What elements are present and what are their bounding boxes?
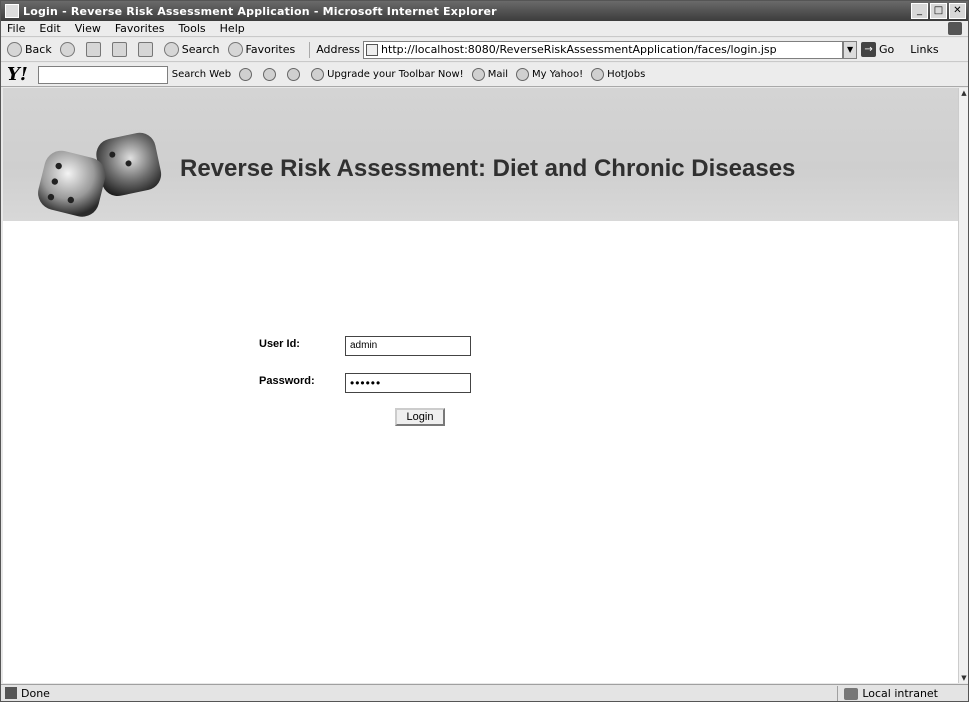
intranet-icon [844,687,859,700]
search-label: Search [181,43,220,56]
back-arrow-icon [7,42,22,57]
search-web-label: Search Web [171,69,232,80]
favorites-button[interactable]: Favorites [227,42,296,57]
toolbar-separator [309,41,311,58]
page-content: Reverse Risk Assessment: Diet and Chroni… [3,88,958,683]
globe-icon [287,68,301,81]
yahoo-toolbar: Y! Search Web Upgrade your Toolbar Now! … [1,63,968,87]
back-label: Back [25,43,52,56]
password-input[interactable]: •••••• [345,373,471,393]
yahoo-search-input[interactable] [37,65,168,84]
mail-label: Mail [487,69,508,80]
standard-toolbar: Back Search Favorites Address http://loc… [1,38,968,62]
zone-text: Local intranet [862,687,938,700]
menu-favorites[interactable]: Favorites [115,22,165,35]
menu-view[interactable]: View [75,22,101,35]
hotjobs-label: HotJobs [607,69,646,80]
yahoo-logo[interactable]: Y! [7,64,28,85]
hotjobs-icon [591,68,605,81]
refresh-button[interactable] [111,42,130,57]
menu-file[interactable]: File [7,22,25,35]
favorites-label: Favorites [245,43,296,56]
ie-app-icon[interactable] [5,4,19,18]
scroll-down-arrow-icon[interactable]: ▼ [959,673,969,683]
home-button[interactable] [137,42,156,57]
search-button[interactable]: Search [163,42,220,57]
title-bar: Login - Reverse Risk Assessment Applicat… [1,1,968,21]
window-controls: _ □ ✕ [911,3,966,19]
address-dropdown-button[interactable]: ▼ [843,40,858,59]
vertical-scrollbar[interactable]: ▲ ▼ [958,88,968,683]
upgrade-toolbar-link[interactable]: Upgrade your Toolbar Now! [311,68,464,81]
go-label: Go [879,43,895,56]
forward-arrow-icon [59,42,75,57]
address-label: Address [316,43,361,56]
mail-button[interactable]: Mail [471,68,508,81]
links-button[interactable]: Links [910,43,938,56]
search-web-button[interactable]: Search Web [172,69,231,80]
maximize-button[interactable]: □ [930,3,947,19]
password-label: Password: [259,375,315,387]
user-id-label: User Id: [259,338,300,350]
address-input[interactable]: http://localhost:8080/ReverseRiskAssessm… [363,40,844,59]
window-title: Login - Reverse Risk Assessment Applicat… [23,4,497,18]
my-yahoo-button[interactable]: My Yahoo! [516,68,583,81]
news-button[interactable] [263,68,279,81]
go-button[interactable]: → Go [861,42,894,57]
news-icon [263,68,277,81]
status-text: Done [21,686,50,700]
my-yahoo-label: My Yahoo! [532,69,584,80]
scroll-up-arrow-icon[interactable]: ▲ [959,88,969,98]
pencil-button[interactable] [239,68,255,81]
minimize-button[interactable]: _ [911,3,928,19]
menu-bar: File Edit View Favorites Tools Help [1,21,968,37]
back-button[interactable]: Back [7,42,52,57]
hotjobs-button[interactable]: HotJobs [591,68,645,81]
browser-window: Login - Reverse Risk Assessment Applicat… [0,0,969,702]
security-zone: Local intranet [837,686,938,701]
windows-logo-icon [948,22,962,35]
page-icon [366,43,379,56]
status-bar: Done Local intranet [1,684,968,701]
search-icon [163,42,179,57]
star-icon [227,42,243,57]
menu-help[interactable]: Help [220,22,245,35]
go-arrow-icon: → [861,42,877,57]
page-done-icon [5,687,17,699]
close-button[interactable]: ✕ [949,3,966,19]
login-button[interactable]: Login [395,408,445,426]
refresh-icon [111,42,127,57]
login-form: User Id: admin Password: •••••• Login [3,88,958,683]
pencil-icon [239,68,253,81]
stop-icon [85,42,101,57]
address-value: http://localhost:8080/ReverseRiskAssessm… [381,43,777,56]
menu-edit[interactable]: Edit [39,22,60,35]
menu-tools[interactable]: Tools [179,22,206,35]
home-icon [137,42,153,57]
user-id-input[interactable]: admin [345,336,471,356]
forward-button[interactable] [59,42,78,57]
my-yahoo-icon [516,68,529,81]
warning-icon [311,68,325,81]
globe-button[interactable] [287,68,303,81]
upgrade-label: Upgrade your Toolbar Now! [327,69,464,80]
mail-icon [471,68,485,81]
stop-button[interactable] [85,42,104,57]
